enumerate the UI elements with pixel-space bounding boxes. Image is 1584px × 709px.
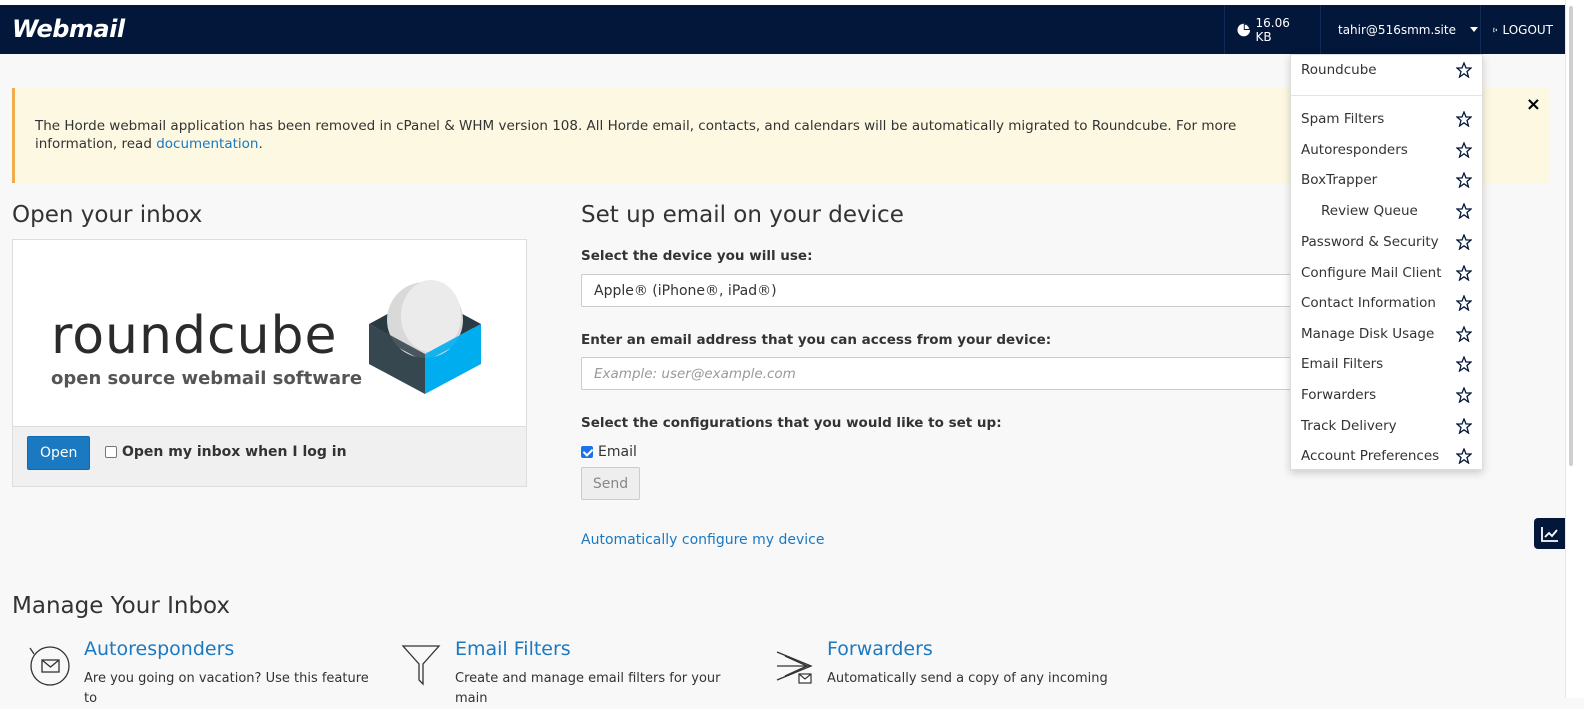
alert-message: The Horde webmail application has been r… [35,117,1295,153]
roundcube-cube-icon [369,280,481,394]
star-icon[interactable] [1456,387,1472,403]
config-label: Select the configurations that you would… [581,415,1002,431]
dropdown-item-label: Roundcube [1301,62,1377,78]
page-scrollbar[interactable] [1565,0,1584,698]
funnel-icon [401,645,441,686]
trend-chart-icon [1540,526,1558,542]
analytics-tab[interactable] [1534,518,1565,549]
send-button[interactable]: Send [581,467,640,500]
open-inbox-heading: Open your inbox [12,202,203,228]
roundcube-logo-tagline: open source webmail software [51,368,363,389]
dropdown-item-label: Password & Security [1301,234,1439,250]
email-config-option[interactable]: Email [581,444,637,460]
dropdown-item-manage-disk-usage[interactable]: Manage Disk Usage [1301,323,1476,345]
dropdown-item-label: Account Preferences [1301,448,1440,464]
setup-email-heading: Set up email on your device [581,202,904,228]
dropdown-item-configure-mail-client[interactable]: Configure Mail Client [1301,262,1476,284]
dropdown-item-password-security[interactable]: Password & Security [1301,231,1476,253]
dropdown-item-label: BoxTrapper [1301,172,1378,188]
dropdown-item-label: Manage Disk Usage [1301,326,1435,342]
dropdown-item-label: Autoresponders [1301,142,1408,158]
close-icon[interactable]: × [1526,94,1541,115]
email-address-label: Enter an email address that you can acce… [581,332,1052,348]
star-icon[interactable] [1456,265,1472,281]
star-icon[interactable] [1456,142,1472,158]
dropdown-item-autoresponders[interactable]: Autoresponders [1301,139,1476,161]
dropdown-item-spam-filters[interactable]: Spam Filters [1301,108,1476,130]
dropdown-item-review-queue[interactable]: Review Queue [1301,200,1476,222]
open-on-login-checkbox[interactable] [105,446,117,458]
email-config-checkbox[interactable] [581,446,593,458]
user-dropdown-menu: Roundcube Spam Filters Autoresponders Bo… [1290,54,1483,470]
roundcube-panel-footer: Open Open my inbox when I log in [13,426,526,486]
dropdown-item-label: Configure Mail Client [1301,265,1442,281]
feature-desc: Are you going on vacation? Use this feat… [84,671,369,706]
forward-mail-icon [776,651,813,684]
disk-usage-value: 16.06 KB [1255,15,1290,44]
device-select[interactable]: Apple® (iPhone®, iPad®) [581,274,1301,307]
device-select-label: Select the device you will use: [581,248,813,264]
logout-button[interactable]: LOGOUT [1480,5,1565,54]
email-config-label: Email [598,444,637,460]
star-icon[interactable] [1456,295,1472,311]
star-icon[interactable] [1456,418,1472,434]
feature-desc: Automatically send a copy of any incomin… [827,671,1108,686]
star-icon[interactable] [1456,448,1472,464]
autoresponder-icon [29,646,70,686]
open-button[interactable]: Open [27,436,91,470]
feature-desc: Create and manage email filters for your… [455,671,721,706]
dropdown-item-account-preferences[interactable]: Account Preferences [1301,445,1476,467]
dropdown-item-label: Review Queue [1321,203,1418,219]
star-icon[interactable] [1456,62,1472,78]
email-address-input[interactable]: Example: user@example.com [581,357,1301,390]
user-menu-toggle[interactable]: tahir@516smm.site [1320,5,1480,54]
open-on-login-option[interactable]: Open my inbox when I log in [105,444,347,460]
webmail-logo[interactable]: Webmail [12,15,125,43]
open-on-login-label: Open my inbox when I log in [122,444,347,460]
documentation-link[interactable]: documentation [156,136,258,152]
dropdown-item-label: Email Filters [1301,356,1384,372]
dropdown-item-contact-information[interactable]: Contact Information [1301,292,1476,314]
star-icon[interactable] [1456,356,1472,372]
dropdown-item-email-filters[interactable]: Email Filters [1301,353,1476,375]
dropdown-item-forwarders[interactable]: Forwarders [1301,384,1476,406]
dropdown-item-boxtrapper[interactable]: BoxTrapper [1301,169,1476,191]
pie-chart-icon [1237,23,1251,36]
feature-title[interactable]: Email Filters [455,638,571,660]
dropdown-item-label: Spam Filters [1301,111,1385,127]
star-icon[interactable] [1456,172,1472,188]
star-icon[interactable] [1456,326,1472,342]
logout-icon [1493,27,1498,32]
scrollbar-thumb[interactable] [1569,6,1573,466]
dropdown-divider [1291,95,1482,96]
roundcube-logo-word: roundcube [51,306,338,366]
manage-inbox-heading: Manage Your Inbox [12,593,231,619]
star-icon[interactable] [1456,111,1472,127]
dropdown-item-label: Track Delivery [1301,418,1397,434]
dropdown-item-track-delivery[interactable]: Track Delivery [1301,415,1476,437]
dropdown-item-roundcube[interactable]: Roundcube [1301,59,1476,81]
disk-usage[interactable]: 16.06 KB [1224,5,1320,54]
alert-tail: . [258,136,263,152]
star-icon[interactable] [1456,203,1472,219]
roundcube-panel: roundcube open source webmail software O… [12,239,527,487]
user-email: tahir@516smm.site [1338,22,1456,37]
star-icon[interactable] [1456,234,1472,250]
caret-down-icon [1469,27,1478,32]
dropdown-item-label: Forwarders [1301,387,1377,403]
top-bar: Webmail 16.06 KB tahir@516smm.site LOGOU… [0,5,1565,54]
feature-title[interactable]: Forwarders [827,638,933,660]
dropdown-item-label: Contact Information [1301,295,1436,311]
auto-configure-link[interactable]: Automatically configure my device [581,532,824,548]
feature-title[interactable]: Autoresponders [84,638,234,660]
logout-label: LOGOUT [1502,22,1553,37]
